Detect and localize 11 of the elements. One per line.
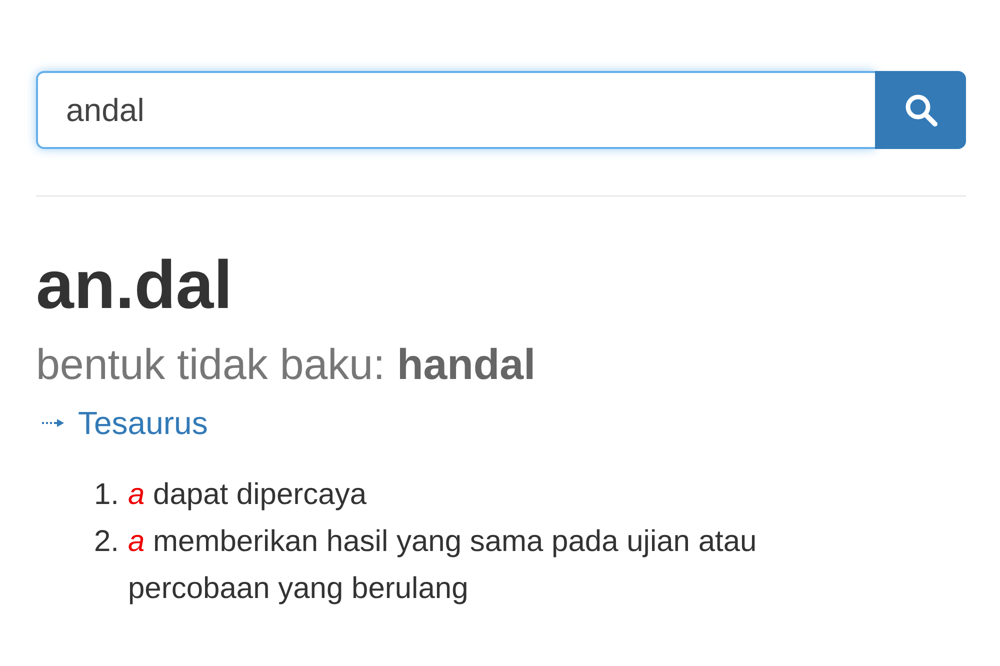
search-field[interactable]: andal: [36, 71, 875, 149]
definition-text: a dapat dipercaya: [128, 477, 367, 513]
variant-note: bentuk tidak baku: handal: [36, 340, 537, 391]
definition-number: 1.: [94, 477, 120, 513]
thesaurus-link[interactable]: Tesaurus: [78, 401, 208, 445]
definition-number: 2.: [94, 524, 120, 560]
search-icon: [904, 93, 938, 127]
definition-text: a memberikan hasil yang sama pada ujian atau percobaan yang berulang: [128, 524, 758, 607]
headword: an.dal: [36, 246, 234, 325]
search-button[interactable]: [875, 71, 966, 149]
arrow-icon: [42, 419, 64, 427]
